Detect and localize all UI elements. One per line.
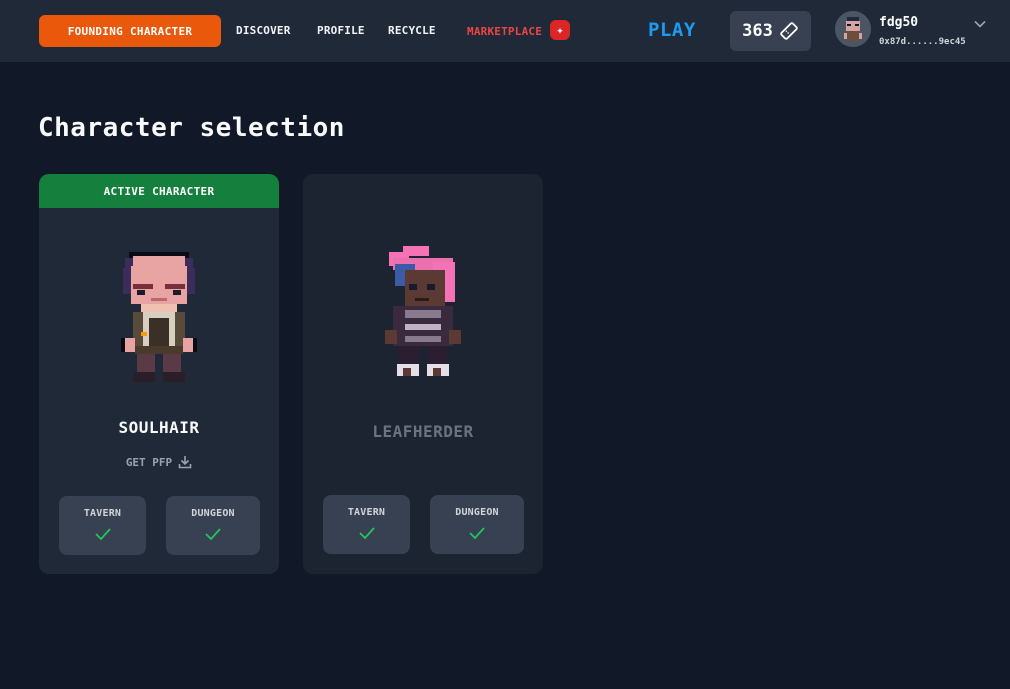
- tavern-label: TAVERN: [83, 508, 122, 519]
- top-navbar: FOUNDING CHARACTER DISCOVER PROFILE RECY…: [0, 0, 1010, 62]
- nav-profile-link[interactable]: PROFILE: [317, 24, 365, 37]
- nav-recycle-link[interactable]: RECYCLE: [388, 24, 436, 37]
- dungeon-label: DUNGEON: [191, 508, 235, 519]
- character-name: LEAFHERDER: [372, 422, 474, 441]
- character-name: SOULHAIR: [118, 418, 200, 437]
- dungeon-label: DUNGEON: [455, 507, 499, 518]
- check-icon: [358, 527, 375, 540]
- tavern-status-badge: TAVERN: [323, 495, 410, 554]
- character-card-leafherder[interactable]: LEAFHERDER TAVERN DUNGEON: [303, 174, 543, 574]
- nav-discover-link[interactable]: DISCOVER: [236, 24, 291, 37]
- soulhair-sprite-icon: [121, 252, 197, 382]
- ticket-icon: [780, 22, 798, 40]
- tavern-status-badge: TAVERN: [59, 496, 146, 555]
- check-icon: [205, 528, 221, 541]
- download-icon: [178, 456, 192, 469]
- leafherder-sprite-icon: [385, 246, 461, 376]
- marketplace-label: MARKETPLACE: [467, 25, 543, 38]
- page-title: Character selection: [38, 113, 345, 143]
- play-link[interactable]: PLAY: [648, 19, 696, 41]
- check-icon: [94, 528, 111, 541]
- get-pfp-label: GET PFP: [125, 455, 173, 469]
- dungeon-status-badge: DUNGEON: [166, 496, 260, 555]
- token-balance[interactable]: 363: [730, 11, 811, 51]
- founding-character-button[interactable]: FOUNDING CHARACTER: [39, 15, 221, 47]
- token-count: 363: [742, 21, 773, 41]
- dungeon-status-badge: DUNGEON: [430, 495, 524, 554]
- tavern-label: TAVERN: [347, 507, 386, 518]
- active-character-banner: ACTIVE CHARACTER: [39, 174, 279, 208]
- user-avatar[interactable]: [835, 11, 871, 47]
- nav-marketplace-link[interactable]: MARKETPLACE ✦: [467, 20, 571, 40]
- avatar-sprite-icon: [835, 11, 871, 47]
- character-card-soulhair[interactable]: ACTIVE CHARACTER SOULHAIR GET PFP TAVERN…: [39, 174, 279, 574]
- get-pfp-button[interactable]: GET PFP: [39, 455, 279, 469]
- check-icon: [469, 527, 485, 540]
- username: fdg50: [879, 15, 919, 30]
- sparkle-icon: ✦: [550, 20, 571, 40]
- chevron-down-icon[interactable]: [973, 17, 987, 31]
- wallet-address: 0x87d......9ec45: [879, 37, 966, 47]
